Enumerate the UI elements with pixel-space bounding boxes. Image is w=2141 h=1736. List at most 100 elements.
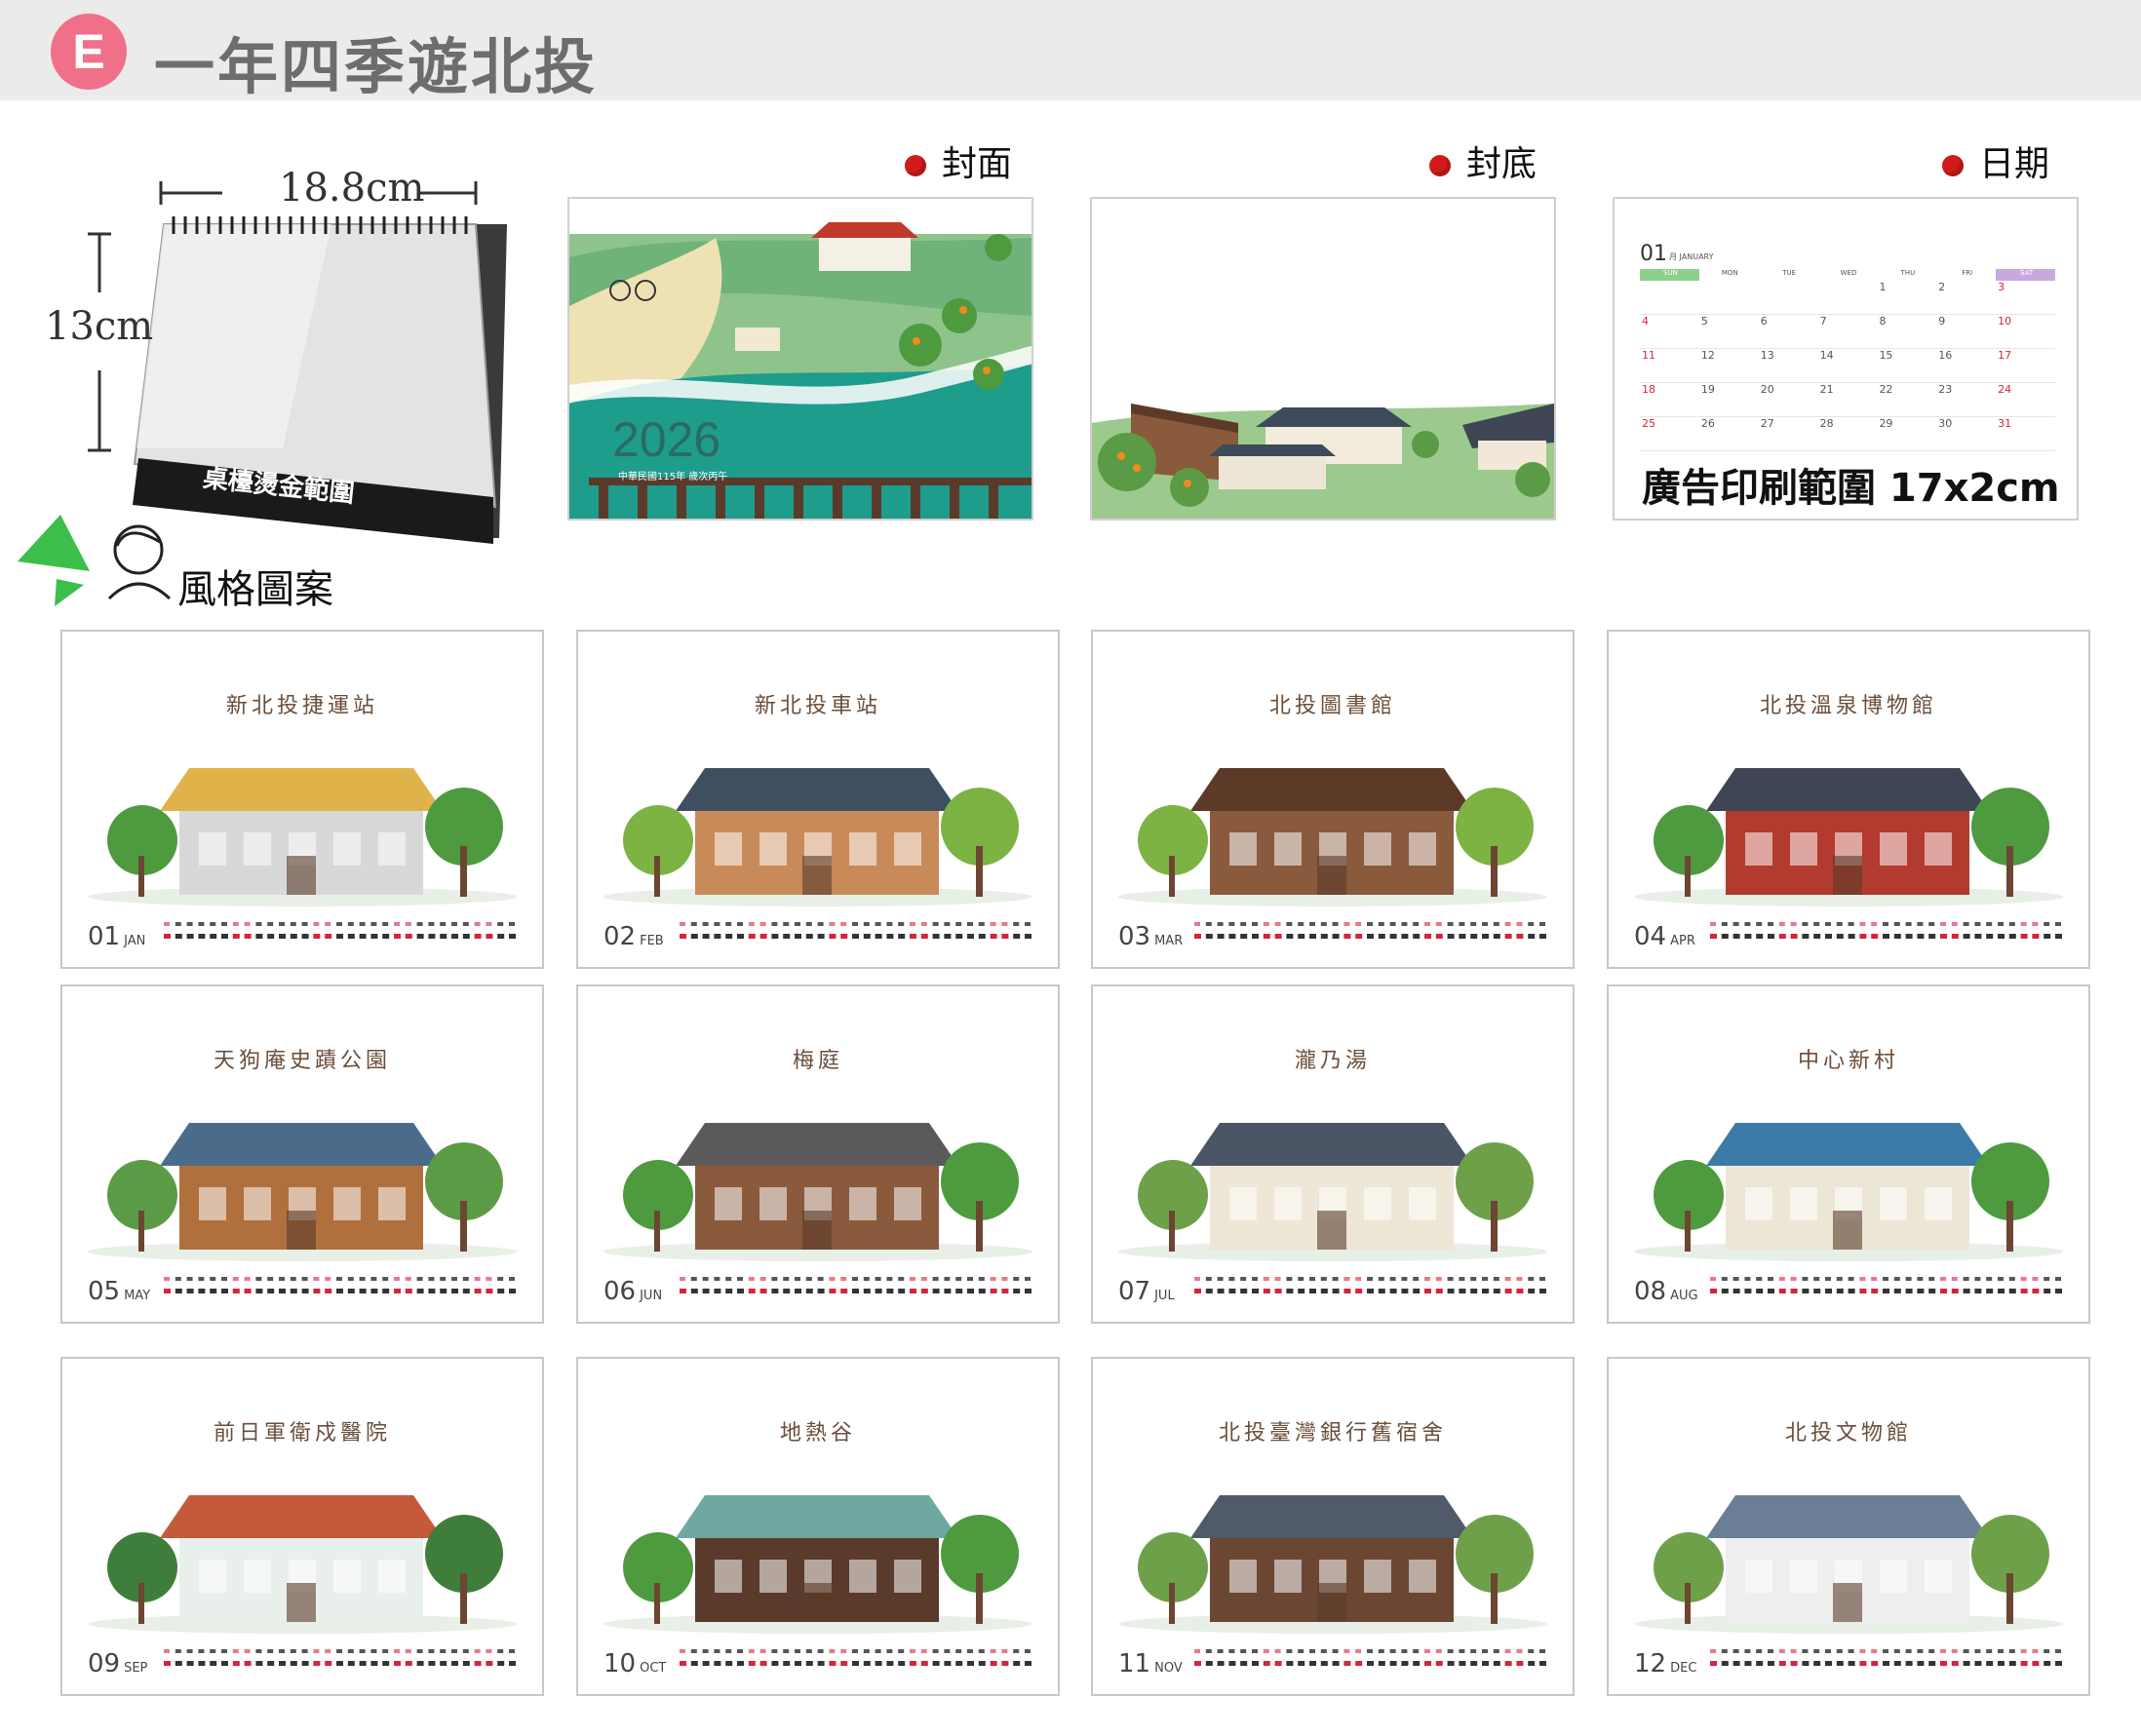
month-card-03: 北投圖書館 03 MAR xyxy=(1091,630,1575,969)
mini-calendar-strip xyxy=(1194,1277,1546,1293)
weekday-sun: SUN xyxy=(1640,269,1699,281)
date-cell: 27 xyxy=(1760,417,1774,430)
month-card-12: 北投文物館 12 DEC xyxy=(1607,1357,2090,1696)
date-cell: 15 xyxy=(1879,349,1893,362)
date-cell: 5 xyxy=(1700,315,1708,328)
style-leaf-icon xyxy=(18,515,172,606)
month-card-06: 梅庭 06 JUN xyxy=(576,984,1060,1324)
date-cell xyxy=(1759,281,1818,314)
month-number: 04 xyxy=(1634,922,1667,951)
month-abbr: JAN xyxy=(124,934,146,948)
date-cell xyxy=(1699,281,1759,314)
date-page-preview: 01 月 JANUARY SUN MON TUE WED THU FRI SAT… xyxy=(1613,197,2079,521)
date-cell: 28 xyxy=(1819,417,1834,430)
month-label: 02 FEB xyxy=(603,922,664,951)
mini-calendar-strip xyxy=(680,1277,1032,1293)
date-cell: 4 xyxy=(1642,315,1649,328)
date-cell: 11 xyxy=(1642,349,1655,362)
date-cell: 30 xyxy=(1938,417,1953,430)
month-card-09: 前日軍衛戍醫院 09 SEP xyxy=(60,1357,544,1696)
month-label: 08 AUG xyxy=(1634,1277,1698,1306)
height-dimension-label: 13cm xyxy=(45,304,154,349)
weekday-header-row: SUN MON TUE WED THU FRI SAT xyxy=(1640,269,2056,281)
month-card-01: 新北投捷運站 01 JAN xyxy=(60,630,544,969)
month-label: 07 JUL xyxy=(1118,1277,1175,1306)
month-illustration xyxy=(1118,1495,1547,1634)
month-abbr: NOV xyxy=(1154,1661,1183,1676)
style-label: 風格圖案 xyxy=(177,567,333,612)
date-cell: 6 xyxy=(1760,315,1768,328)
month-label: 04 APR xyxy=(1634,922,1695,951)
month-card-05: 天狗庵史蹟公園 05 MAY xyxy=(60,984,544,1324)
date-cell: 7 xyxy=(1819,315,1827,328)
weekday-sat: SAT xyxy=(1996,269,2056,281)
month-abbr: APR xyxy=(1670,934,1695,948)
month-illustration xyxy=(603,1123,1032,1261)
month-abbr: DEC xyxy=(1670,1661,1697,1676)
month-title: 北投圖書館 xyxy=(1268,694,1396,718)
date-cell: 19 xyxy=(1700,383,1715,396)
date-month-name: 月 JANUARY xyxy=(1669,252,1714,261)
section-badge: E xyxy=(51,14,127,90)
month-title: 地熱谷 xyxy=(779,1421,856,1446)
month-number: 08 xyxy=(1634,1277,1667,1306)
page-header: E 一年四季遊北投 xyxy=(0,0,2141,102)
date-cell: 12 xyxy=(1700,349,1715,362)
date-cell: 9 xyxy=(1938,315,1946,328)
month-abbr: SEP xyxy=(124,1661,148,1676)
date-cell: 24 xyxy=(1998,383,2012,396)
ad-print-area-label: 廣告印刷範圍 17x2cm xyxy=(1642,466,2060,511)
month-number: 10 xyxy=(603,1649,637,1678)
date-cell: 26 xyxy=(1700,417,1715,430)
month-abbr: JUN xyxy=(640,1289,663,1303)
date-cell xyxy=(1818,281,1878,314)
style-section: 風格圖案 xyxy=(14,511,345,612)
month-number: 03 xyxy=(1118,922,1151,951)
month-number: 07 xyxy=(1118,1277,1151,1306)
month-illustration xyxy=(603,1495,1032,1634)
month-card-04: 北投溫泉博物館 04 APR xyxy=(1607,630,2090,969)
date-cell: 16 xyxy=(1938,349,1953,362)
date-cell: 23 xyxy=(1938,383,1953,396)
month-title: 瀧乃湯 xyxy=(1294,1049,1371,1073)
month-label: 03 MAR xyxy=(1118,922,1183,951)
month-number: 09 xyxy=(88,1649,121,1678)
date-cell: 13 xyxy=(1760,349,1774,362)
date-week-row: 4 5 6 7 8 9 10 xyxy=(1640,315,2055,349)
weekday-wed: WED xyxy=(1840,269,1857,277)
month-number: 06 xyxy=(603,1277,637,1306)
date-cell: 1 xyxy=(1879,281,1887,293)
date-cell: 14 xyxy=(1819,349,1834,362)
month-illustration xyxy=(1118,1123,1547,1261)
month-illustration xyxy=(603,768,1032,907)
month-label: 12 DEC xyxy=(1634,1649,1696,1678)
mini-calendar-strip xyxy=(680,1649,1032,1666)
mini-calendar-strip xyxy=(164,1649,516,1666)
mini-calendar-strip xyxy=(1710,1649,2062,1666)
month-card-02: 新北投車站 02 FEB xyxy=(576,630,1060,969)
width-dimension-label: 18.8cm xyxy=(279,166,425,211)
month-label: 09 SEP xyxy=(88,1649,147,1678)
page-title: 一年四季遊北投 xyxy=(154,31,599,102)
date-cell xyxy=(1640,281,1699,314)
date-week-row: 1 2 3 xyxy=(1640,281,2055,315)
month-label: 05 MAY xyxy=(88,1277,150,1306)
date-week-row: 25 26 27 28 29 30 31 xyxy=(1640,417,2055,451)
month-illustration xyxy=(88,768,517,907)
month-label: 11 NOV xyxy=(1118,1649,1183,1678)
date-cell: 31 xyxy=(1998,417,2012,430)
month-card-10: 地熱谷 10 OCT xyxy=(576,1357,1060,1696)
month-number: 11 xyxy=(1118,1649,1151,1678)
month-card-11: 北投臺灣銀行舊宿舍 11 NOV xyxy=(1091,1357,1575,1696)
month-label: 10 OCT xyxy=(603,1649,666,1678)
mini-calendar-strip xyxy=(164,922,516,939)
month-illustration xyxy=(88,1495,517,1634)
month-number: 01 xyxy=(88,922,121,951)
month-illustration xyxy=(88,1123,517,1261)
month-title: 梅庭 xyxy=(792,1049,843,1073)
date-cell: 18 xyxy=(1642,383,1655,396)
month-abbr: JUL xyxy=(1154,1289,1175,1303)
mini-calendar-strip xyxy=(164,1277,516,1293)
month-illustration xyxy=(1634,1495,2063,1634)
month-illustration xyxy=(1634,1123,2063,1261)
